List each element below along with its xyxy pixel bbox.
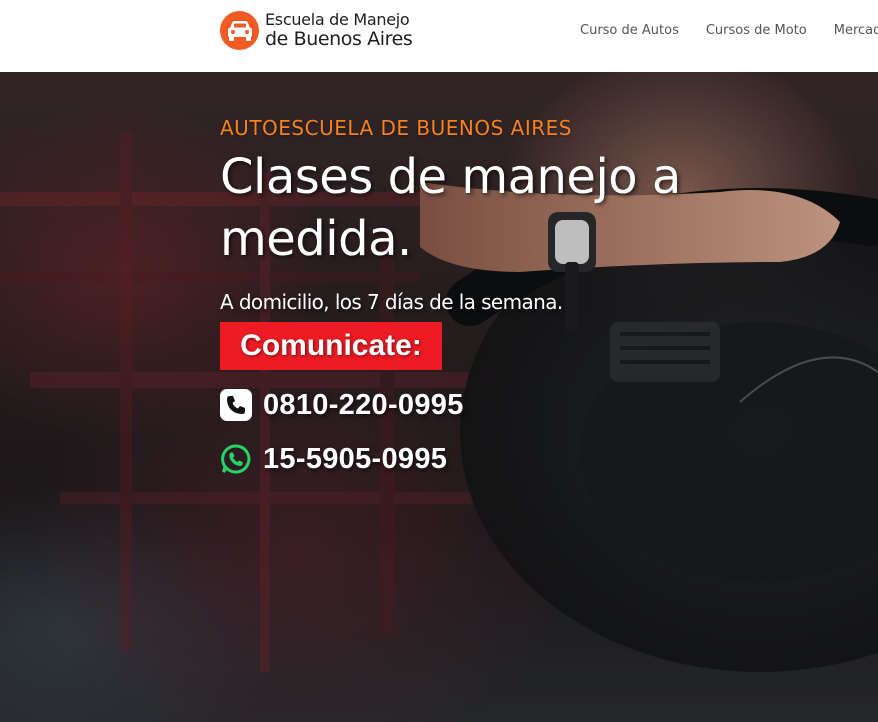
- contact-cta-button[interactable]: Comunicate:: [220, 322, 442, 370]
- whatsapp-icon: [220, 443, 252, 475]
- nav-item-mercado[interactable]: Mercado: [834, 22, 878, 40]
- site-logo[interactable]: Escuela de Manejo de Buenos Aires: [220, 10, 413, 50]
- whatsapp-number: 15-5905-0995: [263, 443, 448, 475]
- whatsapp-contact[interactable]: 15-5905-0995: [220, 442, 447, 476]
- logo-line-1: Escuela de Manejo: [265, 10, 410, 29]
- hero-headline: Clases de manejo a medida.: [220, 149, 681, 267]
- hero-section: AUTOESCUELA DE BUENOS AIRES Clases de ma…: [0, 72, 878, 722]
- phone-contact[interactable]: 0810-220-0995: [220, 388, 464, 422]
- nav-item-cursos-de-moto[interactable]: Cursos de Moto: [706, 22, 807, 40]
- main-nav: Curso de Autos Cursos de Moto Mercado: [580, 22, 878, 40]
- hero-eyebrow: AUTOESCUELA DE BUENOS AIRES: [220, 116, 572, 140]
- phone-icon: [220, 389, 252, 421]
- logo-wordmark: Escuela de Manejo de Buenos Aires: [265, 10, 413, 50]
- phone-number: 0810-220-0995: [263, 389, 464, 421]
- site-header: Escuela de Manejo de Buenos Aires Curso …: [0, 0, 878, 72]
- car-icon: [220, 11, 259, 50]
- logo-line-2: de Buenos Aires: [265, 28, 413, 50]
- hero-subtitle: A domicilio, los 7 días de la semana.: [220, 290, 563, 314]
- nav-item-curso-de-autos[interactable]: Curso de Autos: [580, 22, 679, 40]
- page: Escuela de Manejo de Buenos Aires Curso …: [0, 0, 878, 722]
